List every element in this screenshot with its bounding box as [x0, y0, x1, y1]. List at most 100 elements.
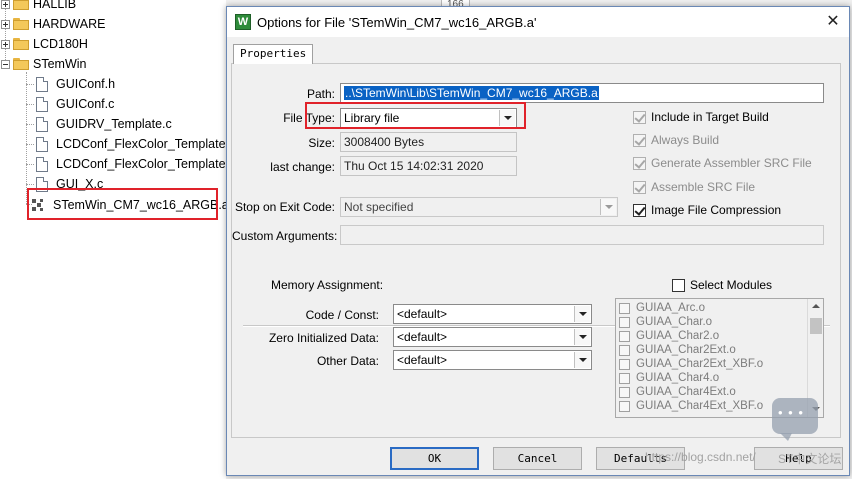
checkbox-icon [633, 180, 646, 194]
module-item: GUIAA_Char2.o [619, 329, 719, 343]
checkbox-icon [619, 372, 630, 384]
tree-item-label: GUIConf.c [56, 97, 115, 111]
ok-button[interactable]: OK [390, 447, 479, 470]
chevron-down-icon [600, 199, 616, 215]
file-icon [36, 96, 48, 112]
stop-on-exit-value: Not specified [344, 200, 414, 214]
watermark-url: https://blog.csdn.net/ [645, 450, 756, 464]
last-change-label: last change: [270, 160, 335, 174]
checkbox-icon [633, 133, 646, 147]
stop-on-exit-select: Not specified [340, 197, 618, 217]
chevron-down-icon[interactable] [574, 329, 590, 345]
tree-item-label: STemWin [33, 57, 87, 71]
code-const-select[interactable]: <default> [393, 304, 592, 324]
options-for-file-dialog: W Options for File 'STemWin_CM7_wc16_ARG… [226, 6, 850, 476]
module-item: GUIAA_Char4.o [619, 371, 719, 385]
scroll-thumb[interactable] [810, 318, 822, 334]
checkbox-label: Assemble SRC File [651, 180, 756, 194]
file-icon [36, 76, 48, 92]
module-label: GUIAA_Arc.o [636, 302, 706, 314]
checkbox-icon [619, 302, 630, 314]
chevron-down-icon[interactable] [574, 352, 590, 368]
expand-icon[interactable] [1, 0, 10, 9]
path-label: Path: [306, 87, 335, 101]
folder-open-icon [13, 58, 29, 70]
module-item: GUIAA_Char.o [619, 315, 712, 329]
folder-icon [13, 18, 29, 30]
tree-item-label: LCDConf_FlexColor_Template.c [56, 157, 236, 171]
collapse-icon[interactable] [1, 59, 10, 69]
tree-item-label: HARDWARE [33, 17, 106, 31]
tree-folder-hardware[interactable]: HARDWARE [1, 15, 105, 33]
module-item: GUIAA_Char4Ext.o [619, 385, 736, 399]
folder-icon [13, 38, 29, 50]
module-label: GUIAA_Char4.o [636, 372, 720, 384]
tree-item-label: GUIDRV_Template.c [56, 117, 172, 131]
tree-item-label: HALLIB [33, 0, 77, 11]
custom-arguments-input [340, 225, 824, 245]
module-label: GUIAA_Char.o [636, 316, 713, 328]
checkbox-icon [619, 316, 630, 328]
folder-icon [13, 0, 29, 10]
tab-properties[interactable]: Properties [233, 44, 314, 64]
zero-initialized-value: <default> [397, 330, 448, 344]
module-label: GUIAA_Char4Ext_XBF.o [636, 400, 764, 412]
expand-icon[interactable] [1, 39, 10, 49]
checkbox-icon [633, 203, 646, 217]
checkbox-label: Select Modules [690, 278, 773, 292]
tree-connector [26, 164, 34, 165]
checkbox-icon [619, 386, 630, 398]
zero-initialized-select[interactable]: <default> [393, 327, 592, 347]
tree-folder-stemwin[interactable]: STemWin [1, 55, 86, 73]
cancel-button[interactable]: Cancel [493, 447, 582, 470]
tree-file-guiconf-h[interactable]: GUIConf.h [36, 75, 115, 93]
module-label: GUIAA_Char4Ext.o [636, 386, 736, 398]
tree-connector [26, 84, 34, 85]
checkbox-icon [619, 400, 630, 412]
chevron-down-icon[interactable] [574, 306, 590, 322]
tree-file-guiconf-c[interactable]: GUIConf.c [36, 95, 114, 113]
dialog-title: Options for File 'STemWin_CM7_wc16_ARGB.… [257, 14, 537, 30]
stop-on-exit-label: Stop on Exit Code: [234, 200, 335, 214]
tree-file-guidrv-template[interactable]: GUIDRV_Template.c [36, 115, 172, 133]
module-item: GUIAA_Char2Ext_XBF.o [619, 357, 763, 371]
chat-bubble-icon [772, 398, 818, 441]
annotation-highlight-box [27, 188, 218, 220]
expand-icon[interactable] [1, 19, 10, 29]
checkbox-icon [619, 330, 630, 342]
path-field[interactable]: ..\STemWin\Lib\STemWin_CM7_wc16_ARGB.a [340, 83, 824, 103]
other-data-select[interactable]: <default> [393, 350, 592, 370]
module-item: GUIAA_Char2Ext.o [619, 343, 736, 357]
checkbox-icon [633, 110, 646, 124]
close-button[interactable]: ✕ [823, 12, 843, 32]
assemble-src-file-checkbox: Assemble SRC File [633, 180, 755, 194]
image-file-compression-checkbox[interactable]: Image File Compression [633, 203, 781, 217]
tree-folder-hallib[interactable]: HALLIB [1, 0, 76, 13]
generate-assembler-src-checkbox: Generate Assembler SRC File [633, 156, 812, 170]
tree-file-lcdconf-c[interactable]: LCDConf_FlexColor_Template.c [36, 155, 235, 173]
size-label: Size: [308, 136, 335, 150]
tree-item-label: LCD180H [33, 37, 88, 51]
file-icon [36, 156, 48, 172]
dialog-titlebar[interactable]: W Options for File 'STemWin_CM7_wc16_ARG… [227, 7, 849, 37]
module-item: GUIAA_Char4Ext_XBF.o [619, 399, 763, 413]
checkbox-icon [672, 278, 685, 292]
file-icon [36, 136, 48, 152]
tree-connector [26, 104, 34, 105]
always-build-checkbox: Always Build [633, 133, 719, 147]
size-value: 3008400 Bytes [340, 132, 517, 152]
watermark-forum: ST中文论坛 [778, 452, 842, 466]
tree-connector [26, 124, 34, 125]
tree-folder-lcd180h[interactable]: LCD180H [1, 35, 88, 53]
checkbox-label: Generate Assembler SRC File [651, 156, 812, 170]
checkbox-label: Image File Compression [651, 203, 782, 217]
include-in-target-build-checkbox[interactable]: Include in Target Build [633, 110, 769, 124]
code-const-label: Code / Const: [305, 308, 379, 322]
module-label: GUIAA_Char2Ext.o [636, 344, 736, 356]
annotation-highlight-box [305, 102, 526, 129]
select-modules-checkbox[interactable]: Select Modules [672, 278, 772, 292]
last-change-value: Thu Oct 15 14:02:31 2020 [340, 156, 517, 176]
module-label: GUIAA_Char2Ext_XBF.o [636, 358, 764, 370]
scroll-up-icon[interactable] [812, 304, 820, 308]
tree-file-lcdconf-h[interactable]: LCDConf_FlexColor_Template.h [36, 135, 236, 153]
